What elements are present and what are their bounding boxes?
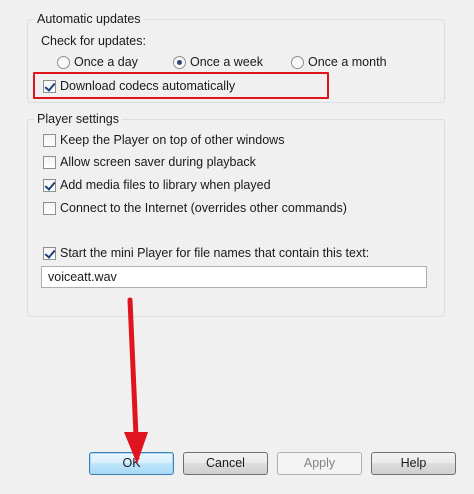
add-to-library-option[interactable]: Add media files to library when played bbox=[43, 178, 271, 192]
check-for-updates-label-row: Check for updates: bbox=[41, 34, 146, 48]
highlight-annotation-box bbox=[33, 72, 329, 99]
add-to-library-checkbox[interactable] bbox=[43, 178, 56, 192]
ok-button[interactable]: OK bbox=[89, 452, 174, 475]
automatic-updates-legend: Automatic updates bbox=[34, 12, 144, 26]
connect-internet-option[interactable]: Connect to the Internet (overrides other… bbox=[43, 201, 347, 215]
mini-player-filename-input[interactable] bbox=[41, 266, 427, 288]
radio-once-a-week-label: Once a week bbox=[190, 55, 263, 69]
options-dialog: Automatic updates Check for updates: Onc… bbox=[0, 0, 474, 494]
arrow-shaft bbox=[127, 297, 139, 439]
allow-screensaver-label: Allow screen saver during playback bbox=[60, 155, 256, 169]
radio-once-a-day-button[interactable] bbox=[57, 55, 70, 69]
check-for-updates-label: Check for updates: bbox=[41, 34, 146, 48]
connect-internet-checkbox[interactable] bbox=[43, 201, 56, 215]
mini-player-option[interactable]: Start the mini Player for file names tha… bbox=[43, 246, 369, 260]
radio-once-a-month-label: Once a month bbox=[308, 55, 387, 69]
radio-once-a-week-button[interactable] bbox=[173, 55, 186, 69]
allow-screensaver-option[interactable]: Allow screen saver during playback bbox=[43, 155, 256, 169]
add-to-library-label: Add media files to library when played bbox=[60, 178, 271, 192]
mini-player-checkbox[interactable] bbox=[43, 246, 56, 260]
apply-button[interactable]: Apply bbox=[277, 452, 362, 475]
player-settings-legend: Player settings bbox=[34, 112, 122, 126]
radio-once-a-month[interactable]: Once a month bbox=[291, 55, 387, 69]
mini-player-label: Start the mini Player for file names tha… bbox=[60, 246, 370, 260]
radio-once-a-day-label: Once a day bbox=[74, 55, 138, 69]
allow-screensaver-checkbox[interactable] bbox=[43, 155, 56, 169]
radio-once-a-month-button[interactable] bbox=[291, 55, 304, 69]
keep-on-top-checkbox[interactable] bbox=[43, 133, 56, 147]
help-button[interactable]: Help bbox=[371, 452, 456, 475]
radio-once-a-day[interactable]: Once a day bbox=[57, 55, 138, 69]
radio-once-a-week[interactable]: Once a week bbox=[173, 55, 263, 69]
keep-on-top-option[interactable]: Keep the Player on top of other windows bbox=[43, 133, 284, 147]
keep-on-top-label: Keep the Player on top of other windows bbox=[60, 133, 285, 147]
connect-internet-label: Connect to the Internet (overrides other… bbox=[60, 201, 347, 215]
cancel-button[interactable]: Cancel bbox=[183, 452, 268, 475]
